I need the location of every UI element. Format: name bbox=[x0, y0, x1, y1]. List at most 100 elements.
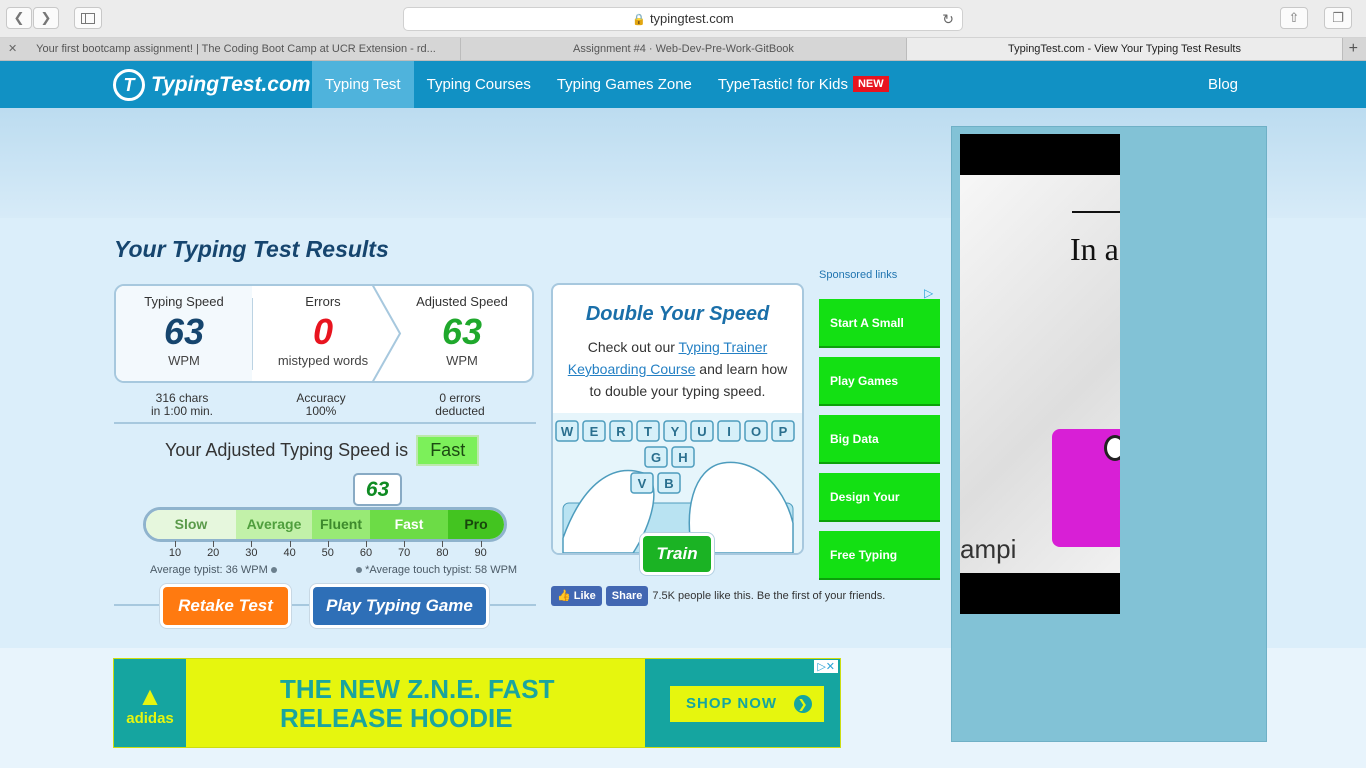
keyboard-key-label: H bbox=[678, 450, 687, 465]
meter-segment-fast: Fast bbox=[370, 510, 448, 539]
menu-typetastic-label: TypeTastic! for Kids bbox=[717, 76, 848, 93]
sponsored-link[interactable]: Free Typing bbox=[819, 531, 940, 580]
sponsored-link[interactable]: Design Your bbox=[819, 473, 940, 522]
tab-label: Your first bootcamp assignment! | The Co… bbox=[36, 43, 436, 55]
facebook-like-button[interactable]: 👍 Like bbox=[551, 586, 602, 606]
adjusted-speed-value: 63 bbox=[441, 311, 483, 352]
adidas-brand: adidas bbox=[126, 710, 174, 727]
meter-segment-fluent: Fluent bbox=[312, 510, 370, 539]
meter-tick-label: 30 bbox=[245, 547, 258, 559]
forward-button[interactable]: ❯ bbox=[33, 7, 59, 29]
menu-typing-courses[interactable]: Typing Courses bbox=[414, 61, 544, 108]
side-ad-container: In a ampi bbox=[951, 126, 1267, 742]
meter-tick-label: 20 bbox=[207, 547, 220, 559]
retake-test-button[interactable]: Retake Test bbox=[160, 584, 291, 628]
deducted-label: deducted bbox=[435, 404, 485, 418]
tabs-icon: ❐ bbox=[1332, 10, 1344, 25]
keyboard-key-label: Y bbox=[671, 424, 680, 439]
tab-label: TypingTest.com - View Your Typing Test R… bbox=[1008, 43, 1241, 55]
adidas-cta-panel: SHOP NOW ❯ bbox=[645, 659, 840, 747]
keyboard-illustration: W E R T Y U I O P G H V B bbox=[553, 413, 802, 553]
typing-speed-label: Typing Speed bbox=[144, 294, 224, 309]
tab-bootcamp[interactable]: ✕ Your first bootcamp assignment! | The … bbox=[0, 38, 461, 60]
address-bar[interactable]: 🔒 typingtest.com ↻ bbox=[403, 7, 963, 31]
keyboard-key-label: W bbox=[561, 424, 574, 439]
chars-time: in 1:00 min. bbox=[150, 404, 214, 418]
handbag-clasp bbox=[1104, 435, 1120, 461]
side-ad-image: In a ampi bbox=[960, 175, 1120, 573]
new-tab-icon[interactable]: + bbox=[1349, 38, 1358, 60]
share-icon: ⇧ bbox=[1288, 10, 1300, 25]
adjusted-speed-label: Adjusted Speed bbox=[416, 294, 508, 309]
double-speed-card: Double Your Speed Check out our Typing T… bbox=[551, 283, 804, 555]
accuracy-value: 100% bbox=[305, 404, 337, 418]
adchoices-icon[interactable]: ▷ bbox=[924, 286, 933, 300]
speed-rating-badge: Fast bbox=[416, 434, 480, 466]
sponsored-links-label: Sponsored links bbox=[819, 269, 898, 281]
menu-blog[interactable]: Blog bbox=[1208, 61, 1238, 108]
shop-now-button[interactable]: SHOP NOW ❯ bbox=[670, 686, 824, 722]
keyboard-key-label: V bbox=[638, 476, 647, 491]
play-typing-game-button[interactable]: Play Typing Game bbox=[310, 584, 489, 628]
train-button[interactable]: Train bbox=[640, 533, 714, 575]
divider bbox=[114, 422, 536, 424]
share-button[interactable]: ⇧ bbox=[1280, 7, 1308, 29]
meter-tick-label: 40 bbox=[283, 547, 296, 559]
side-ad[interactable]: In a ampi bbox=[960, 134, 1120, 614]
reload-icon[interactable]: ↻ bbox=[942, 8, 954, 30]
typing-speed-unit: WPM bbox=[168, 353, 200, 368]
site-logo[interactable]: T TypingTest.com bbox=[113, 68, 310, 102]
meter-ticks: 10 20 30 40 50 60 70 80 90 bbox=[143, 541, 507, 561]
keyboard-key-label: E bbox=[590, 424, 599, 439]
keyboard-key-label: I bbox=[727, 424, 731, 439]
keyboard-hands-icon: W E R T Y U I O P G H V B bbox=[555, 420, 795, 553]
meter-tick-label: 90 bbox=[474, 547, 487, 559]
meter-tick-label: 70 bbox=[398, 547, 411, 559]
meter-tick-label: 50 bbox=[321, 547, 334, 559]
tab-label: Assignment #4 · Web-Dev-Pre-Work-GitBook bbox=[573, 43, 794, 55]
tab-assignment[interactable]: Assignment #4 · Web-Dev-Pre-Work-GitBook bbox=[461, 38, 907, 60]
speed-meter: Slow Average Fluent Fast Pro bbox=[143, 507, 507, 542]
marker-dot-icon bbox=[270, 567, 277, 573]
adidas-banner-ad[interactable]: ▲ adidas THE NEW Z.N.E. FAST RELEASE HOO… bbox=[113, 658, 841, 748]
tab-typingtest[interactable]: TypingTest.com - View Your Typing Test R… bbox=[907, 38, 1343, 60]
sponsored-link[interactable]: Big Data bbox=[819, 415, 940, 464]
lock-icon: 🔒 bbox=[632, 14, 646, 26]
meter-tick-label: 10 bbox=[168, 547, 182, 559]
average-touch-typist-text: *Average touch typist: 58 WPM bbox=[365, 564, 518, 576]
sidebar-button[interactable] bbox=[74, 7, 102, 29]
menu-typing-test[interactable]: Typing Test bbox=[312, 61, 414, 108]
sponsored-link[interactable]: Play Games bbox=[819, 357, 940, 406]
tab-bar: ✕ Your first bootcamp assignment! | The … bbox=[0, 38, 1366, 61]
keyboard-key-label: O bbox=[751, 424, 761, 439]
facebook-share-button[interactable]: Share bbox=[605, 586, 649, 606]
facebook-row: 👍 Like Share 7.5K people like this. Be t… bbox=[551, 586, 885, 606]
shop-now-label: SHOP NOW bbox=[686, 695, 778, 712]
back-button[interactable]: ❮ bbox=[6, 7, 32, 29]
average-typist-note: Average typist: 36 WPM bbox=[150, 564, 277, 576]
tabs-overview-button[interactable]: ❐ bbox=[1324, 7, 1352, 29]
adidas-headline: THE NEW Z.N.E. FAST RELEASE HOODIE bbox=[280, 675, 554, 733]
ad-close-icon[interactable]: ▷✕ bbox=[814, 660, 838, 673]
adjusted-speed-sentence: Your Adjusted Typing Speed is Fast bbox=[165, 434, 480, 466]
results-title: Your Typing Test Results bbox=[114, 236, 389, 262]
logo-text: TypingTest.com bbox=[151, 73, 311, 96]
keyboard-key-label: T bbox=[644, 424, 652, 439]
chevron-right-icon: ❯ bbox=[40, 10, 52, 25]
logo-t-icon: T bbox=[113, 69, 145, 101]
site-header: T TypingTest.com Typing Test Typing Cour… bbox=[0, 61, 1366, 108]
adjusted-speed-stat: Adjusted Speed 63 WPM bbox=[392, 286, 532, 381]
keyboard-key-label: U bbox=[697, 424, 706, 439]
close-tab-icon[interactable]: ✕ bbox=[8, 38, 17, 60]
average-touch-typist-note: *Average touch typist: 58 WPM bbox=[356, 564, 517, 576]
sponsored-link[interactable]: Start A Small bbox=[819, 299, 940, 348]
double-speed-title: Double Your Speed bbox=[585, 303, 770, 325]
adjusted-sentence-text: Your Adjusted Typing Speed is bbox=[165, 439, 409, 460]
arrow-right-icon: ❯ bbox=[794, 695, 812, 713]
meter-segment-average: Average bbox=[236, 510, 312, 539]
accuracy-stat: Accuracy 100% bbox=[253, 392, 389, 418]
adidas-logo-panel: ▲ adidas bbox=[114, 659, 186, 747]
meter-tick-label: 80 bbox=[436, 547, 449, 559]
menu-typetastic[interactable]: TypeTastic! for Kids NEW bbox=[705, 61, 902, 108]
menu-typing-games[interactable]: Typing Games Zone bbox=[544, 61, 705, 108]
